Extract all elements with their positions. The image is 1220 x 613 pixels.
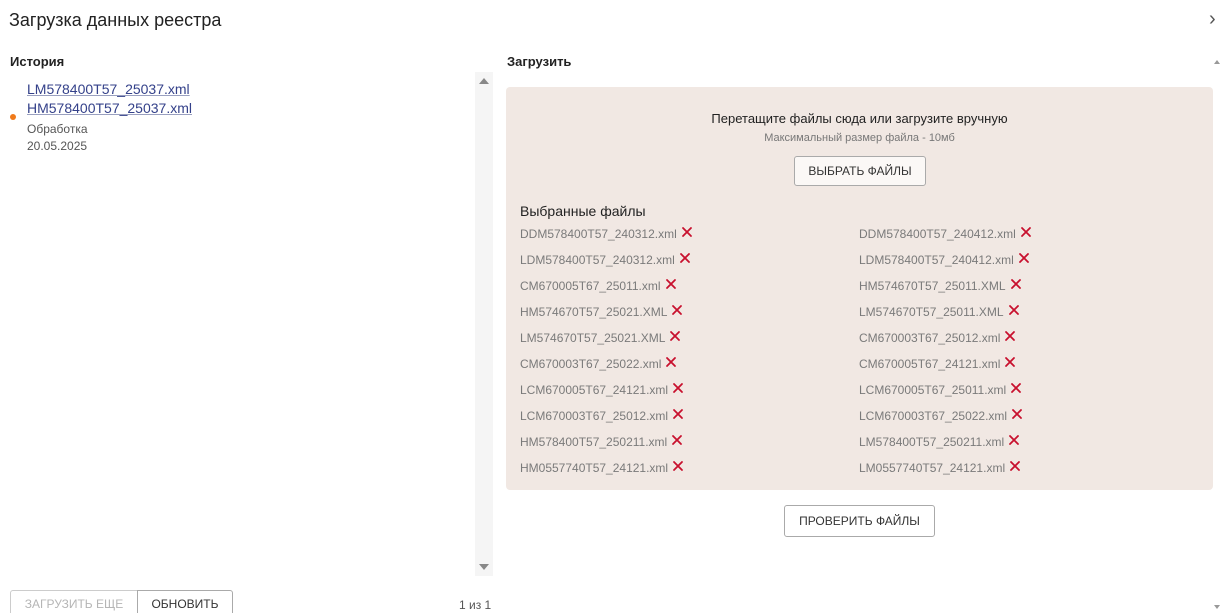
remove-icon[interactable] — [1009, 459, 1021, 477]
remove-icon[interactable] — [1010, 277, 1022, 295]
panel-scroll-up-icon[interactable] — [1214, 60, 1220, 64]
selected-file-name: LM574670T57_25011.XML — [859, 305, 1004, 319]
max-size-hint: Максимальный размер файла - 10мб — [764, 132, 955, 144]
selected-file-name: LDM578400T57_240312.xml — [520, 253, 675, 267]
selected-file-item: LCM670005T67_24121.xml — [520, 377, 859, 403]
selected-file-item: DDM578400T57_240412.xml — [859, 221, 1198, 247]
history-item: LM578400T57_25037.xml HM578400T57_25037.… — [10, 80, 470, 155]
selected-file-item: CM670005T67_25011.xml — [520, 273, 859, 299]
selected-file-name: HM578400T57_250211.xml — [520, 435, 668, 449]
selected-file-item: CM670003T67_25012.xml — [859, 325, 1198, 351]
selected-file-name: HM574670T57_25011.XML — [859, 279, 1006, 293]
remove-icon[interactable] — [1008, 433, 1020, 451]
dropzone[interactable]: Перетащите файлы сюда или загрузите вруч… — [506, 87, 1213, 490]
history-status: Обработка — [27, 122, 88, 136]
remove-icon[interactable] — [1004, 355, 1016, 373]
selected-file-name: LCM670003T67_25012.xml — [520, 409, 669, 423]
load-more-button: ЗАГРУЗИТЬ ЕЩЕ — [10, 590, 138, 613]
remove-icon[interactable] — [1020, 225, 1032, 243]
selected-file-item: HM578400T57_250211.xml — [520, 429, 859, 455]
selected-file-item: LDM578400T57_240412.xml — [859, 247, 1198, 273]
history-file-link[interactable]: HM578400T57_25037.xml — [27, 99, 470, 118]
selected-file-item: LM574670T57_25021.XML — [520, 325, 859, 351]
selected-file-item: LCM670003T67_25022.xml — [859, 403, 1198, 429]
remove-icon[interactable] — [672, 381, 684, 399]
upload-heading: Загрузить — [507, 54, 572, 69]
history-date: 20.05.2025 — [27, 139, 88, 153]
selected-file-item: HM574670T57_25021.XML — [520, 299, 859, 325]
selected-file-name: LM578400T57_250211.xml — [859, 435, 1005, 449]
close-icon[interactable]: › — [1209, 8, 1216, 31]
selected-file-name: DDM578400T57_240312.xml — [520, 227, 677, 241]
selected-file-item: LDM578400T57_240312.xml — [520, 247, 859, 273]
history-scrollbar[interactable] — [475, 72, 493, 576]
selected-file-item: LM0557740T57_24121.xml — [859, 455, 1198, 481]
selected-file-name: LM0557740T57_24121.xml — [859, 461, 1006, 475]
check-files-button[interactable]: ПРОВЕРИТЬ ФАЙЛЫ — [784, 505, 935, 537]
selected-file-item: LM578400T57_250211.xml — [859, 429, 1198, 455]
remove-icon[interactable] — [1004, 329, 1016, 347]
selected-file-item: LCM670005T67_25011.xml — [859, 377, 1198, 403]
selected-file-name: DDM578400T57_240412.xml — [859, 227, 1016, 241]
remove-icon[interactable] — [679, 251, 691, 269]
selected-file-item: LM574670T57_25011.XML — [859, 299, 1198, 325]
selected-file-name: LCM670005T67_24121.xml — [520, 383, 669, 397]
refresh-button[interactable]: ОБНОВИТЬ — [137, 590, 233, 613]
selected-file-name: HM574670T57_25021.XML — [520, 305, 668, 319]
selected-file-name: CM670003T67_25012.xml — [859, 331, 1001, 345]
remove-icon[interactable] — [1011, 407, 1023, 425]
dialog-title: Загрузка данных реестра — [9, 10, 222, 30]
selected-file-name: LM574670T57_25021.XML — [520, 331, 666, 345]
selected-file-name: LDM578400T57_240412.xml — [859, 253, 1014, 267]
pagination-info: 1 из 1 — [459, 598, 492, 612]
remove-icon[interactable] — [1008, 303, 1020, 321]
remove-icon[interactable] — [672, 407, 684, 425]
selected-file-name: LCM670003T67_25022.xml — [859, 409, 1008, 423]
selected-file-name: HM0557740T57_24121.xml — [520, 461, 669, 475]
remove-icon[interactable] — [1010, 381, 1022, 399]
scroll-down-icon[interactable] — [479, 564, 489, 570]
remove-icon[interactable] — [669, 329, 681, 347]
remove-icon[interactable] — [665, 277, 677, 295]
remove-icon[interactable] — [681, 225, 693, 243]
selected-file-name: CM670003T67_25022.xml — [520, 357, 662, 371]
selected-file-item: LCM670003T67_25012.xml — [520, 403, 859, 429]
selected-file-item: CM670005T67_24121.xml — [859, 351, 1198, 377]
history-list: LM578400T57_25037.xml HM578400T57_25037.… — [10, 80, 470, 155]
selected-files-grid: DDM578400T57_240312.xml DDM578400T57_2404… — [520, 221, 1210, 481]
status-dot-icon — [10, 114, 16, 120]
panel-scroll-down-icon[interactable] — [1214, 605, 1220, 609]
remove-icon[interactable] — [672, 459, 684, 477]
dropzone-instructions: Перетащите файлы сюда или загрузите вруч… — [711, 111, 1008, 126]
history-heading: История — [10, 54, 65, 69]
choose-files-button[interactable]: ВЫБРАТЬ ФАЙЛЫ — [794, 156, 926, 186]
history-file-link[interactable]: LM578400T57_25037.xml — [27, 80, 470, 99]
selected-file-name: LCM670005T67_25011.xml — [859, 383, 1007, 397]
selected-file-item: DDM578400T57_240312.xml — [520, 221, 859, 247]
selected-files-heading: Выбранные файлы — [520, 203, 646, 219]
remove-icon[interactable] — [671, 433, 683, 451]
selected-file-item: HM0557740T57_24121.xml — [520, 455, 859, 481]
remove-icon[interactable] — [671, 303, 683, 321]
selected-file-item: CM670003T67_25022.xml — [520, 351, 859, 377]
selected-file-name: CM670005T67_24121.xml — [859, 357, 1001, 371]
remove-icon[interactable] — [1018, 251, 1030, 269]
selected-file-item: HM574670T57_25011.XML — [859, 273, 1198, 299]
scroll-up-icon[interactable] — [479, 78, 489, 84]
selected-file-name: CM670005T67_25011.xml — [520, 279, 661, 293]
remove-icon[interactable] — [665, 355, 677, 373]
